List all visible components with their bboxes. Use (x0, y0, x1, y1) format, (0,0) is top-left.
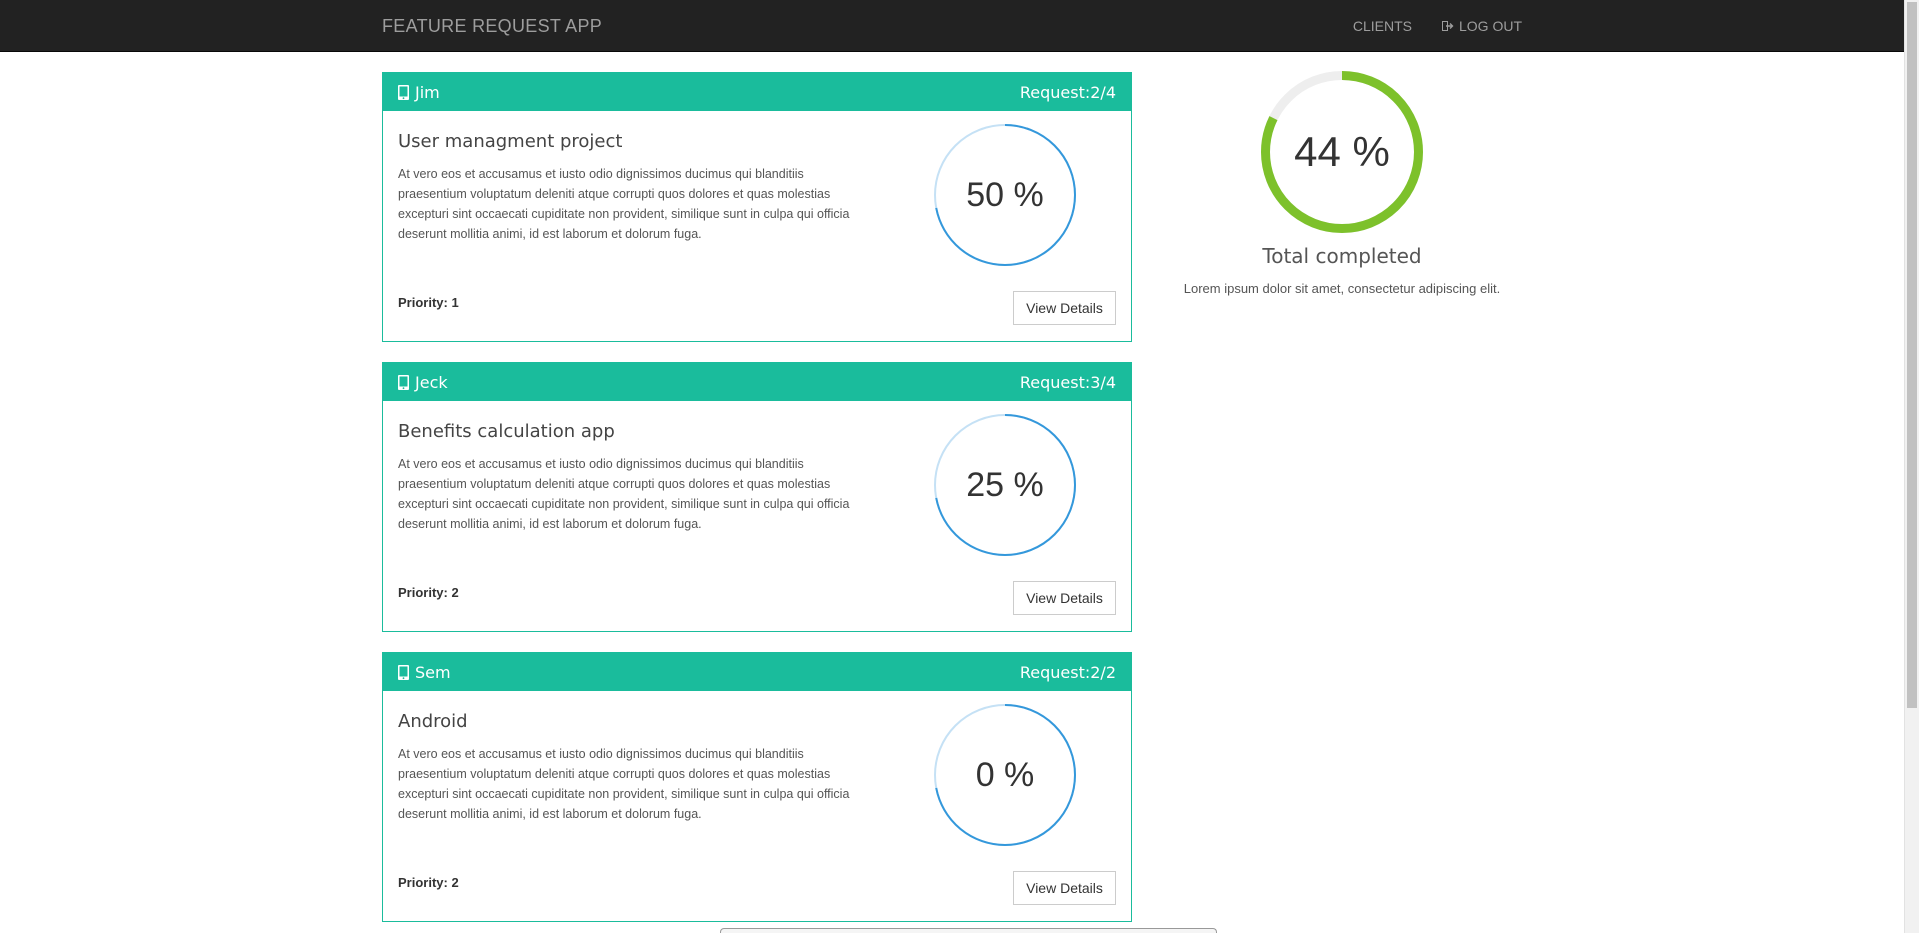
card-title: Benefits calculation app (398, 421, 615, 442)
page: FEATURE REQUEST APP CLIENTS LOG OUT Jim … (0, 0, 1919, 933)
nav-right: CLIENTS LOG OUT (1353, 0, 1522, 52)
card-client: Sem (398, 663, 451, 682)
card-body: Android At vero eos et accusamus et iust… (383, 691, 1131, 921)
progress-label: 0 % (975, 756, 1035, 794)
request-card: Jim Request:2/4 User managment project A… (382, 72, 1132, 342)
nav-clients-link[interactable]: CLIENTS (1353, 18, 1412, 34)
card-body: Benefits calculation app At vero eos et … (383, 401, 1131, 631)
card-header: Jeck Request:3/4 (383, 363, 1131, 401)
phone-icon (398, 664, 409, 680)
navbar: FEATURE REQUEST APP CLIENTS LOG OUT (0, 0, 1904, 52)
brand-link[interactable]: FEATURE REQUEST APP (382, 0, 602, 52)
phone-icon (398, 84, 409, 100)
nav-logout-label: LOG OUT (1458, 18, 1522, 34)
card-client: Jim (398, 83, 440, 102)
priority-label: Priority: 2 (398, 585, 459, 600)
card-request-count: Request:2/4 (1019, 82, 1116, 102)
card-client: Jeck (398, 373, 448, 392)
scrollbar-thumb[interactable] (1907, 2, 1917, 708)
card-description: At vero eos et accusamus et iusto odio d… (398, 167, 850, 241)
request-card: Jeck Request:3/4 Benefits calculation ap… (382, 362, 1132, 632)
view-details-button[interactable]: View Details (1013, 291, 1116, 325)
card-header: Jim Request:2/4 (383, 73, 1131, 111)
request-card: Sem Request:2/2 Android At vero eos et a… (382, 652, 1132, 922)
card-description: At vero eos et accusamus et iusto odio d… (398, 747, 850, 821)
card-client-name: Jeck (415, 372, 448, 392)
scrollbar[interactable] (1904, 0, 1919, 933)
view-details-button[interactable]: View Details (1013, 871, 1116, 905)
card-client-name: Sem (415, 662, 451, 682)
total-completed-title: Total completed (1262, 244, 1422, 268)
card-header: Sem Request:2/2 (383, 653, 1131, 691)
card-description: At vero eos et accusamus et iusto odio d… (398, 457, 850, 531)
nav-logout-link[interactable]: LOG OUT (1441, 18, 1522, 34)
card-request-count: Request:3/4 (1019, 372, 1116, 392)
logout-icon (1441, 21, 1454, 31)
view-details-button[interactable]: View Details (1013, 581, 1116, 615)
phone-icon (398, 374, 409, 390)
card-request-count: Request:2/2 (1019, 662, 1116, 682)
card-body: User managment project At vero eos et ac… (383, 111, 1131, 341)
card-client-name: Jim (415, 82, 440, 102)
total-completed-description: Lorem ipsum dolor sit amet, consectetur … (1183, 281, 1501, 296)
nav-clients-label: CLIENTS (1352, 18, 1412, 34)
total-progress-label: 44 % (1294, 128, 1390, 175)
progress-label: 25 % (966, 466, 1044, 504)
priority-label: Priority: 1 (398, 295, 459, 310)
card-title: User managment project (398, 131, 623, 152)
progress-label: 50 % (966, 176, 1044, 214)
priority-label: Priority: 2 (398, 875, 459, 890)
card-title: Android (398, 711, 468, 732)
bottom-panel-edge (720, 928, 1217, 933)
